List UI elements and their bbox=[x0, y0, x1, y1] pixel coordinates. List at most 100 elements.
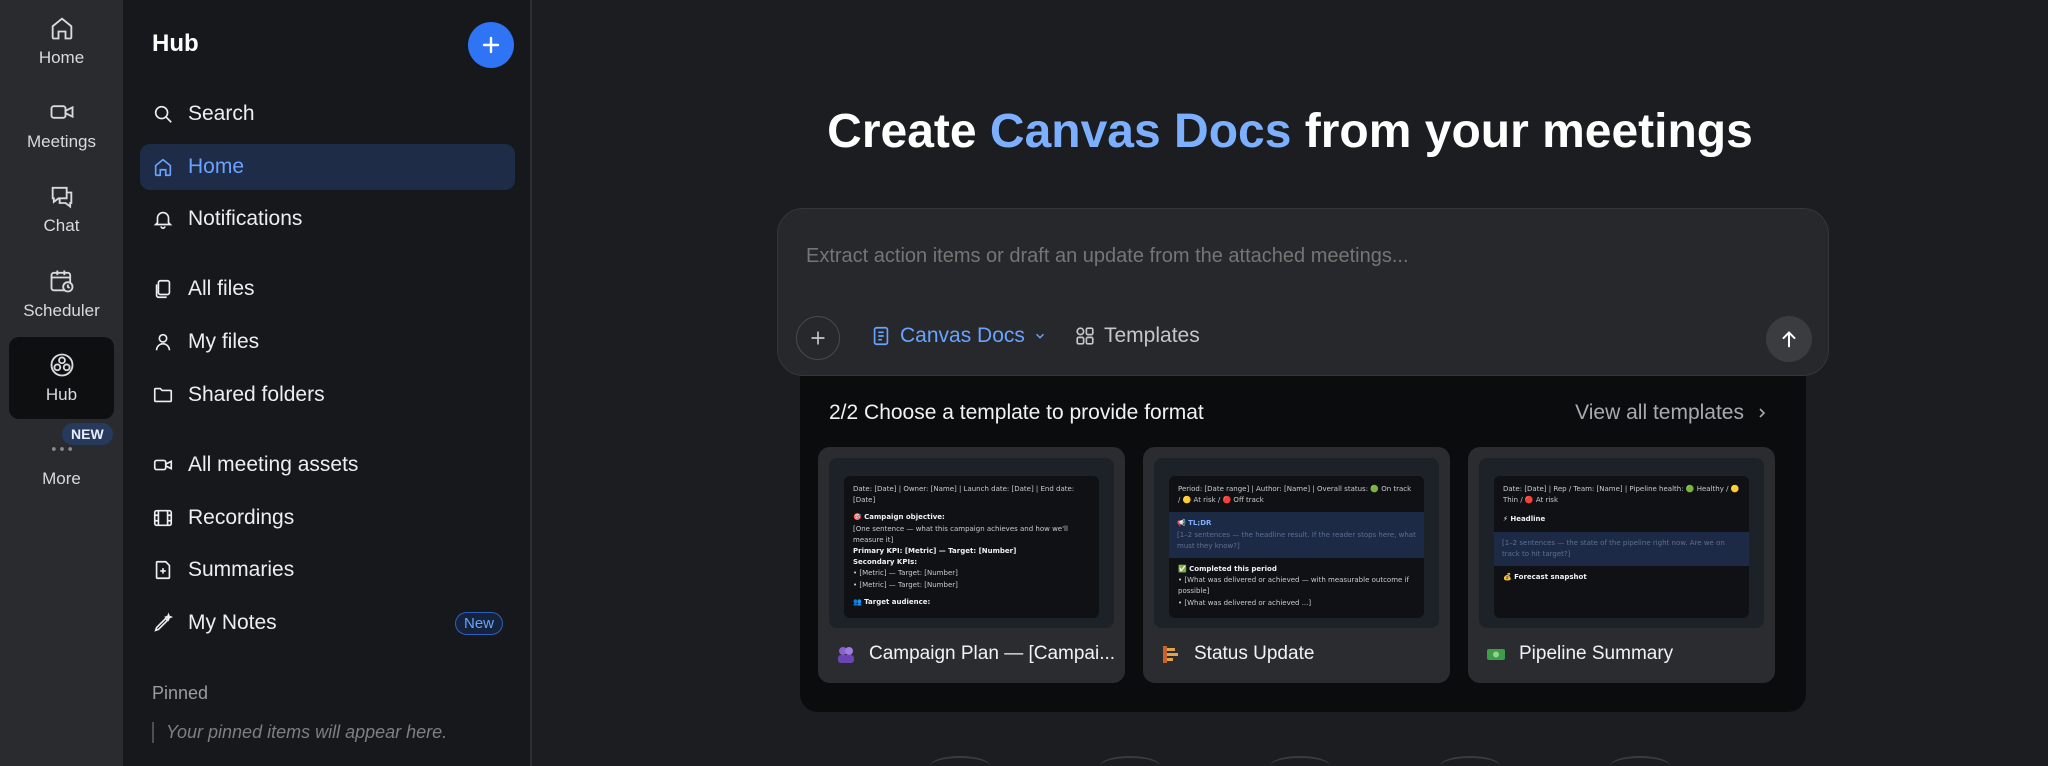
mode-selector[interactable]: Canvas Docs bbox=[870, 324, 1047, 348]
preview-highlight: 📢 TL;DR [1–2 sentences — the headline re… bbox=[1169, 512, 1424, 558]
rail-item-label: Home bbox=[38, 48, 85, 67]
new-badge: NEW bbox=[62, 423, 113, 445]
money-icon bbox=[1487, 649, 1505, 660]
preview-heading: 💰 Forecast snapshot bbox=[1503, 572, 1587, 581]
rail-item-label: Hub bbox=[45, 385, 78, 404]
rail-item-hub[interactable]: Hub bbox=[9, 337, 114, 419]
new-item-button[interactable] bbox=[468, 22, 514, 68]
nav-label: All meeting assets bbox=[188, 453, 359, 476]
template-card-campaign-plan[interactable]: Date: [Date] | Owner: [Name] | Launch da… bbox=[818, 447, 1125, 683]
calendar-clock-icon bbox=[50, 270, 73, 293]
template-card-title: Status Update bbox=[1194, 643, 1315, 664]
hub-nav-summaries[interactable]: Summaries bbox=[140, 547, 515, 593]
nav-label: My files bbox=[188, 330, 260, 353]
preview-meta: Period: [Date range] | Author: [Name] | … bbox=[1178, 485, 1412, 505]
preview-list-item: • [What was delivered or achieved ...] bbox=[1178, 598, 1312, 607]
hub-title: Hub bbox=[152, 30, 199, 57]
view-all-templates-link[interactable]: View all templates bbox=[1575, 401, 1770, 425]
home-icon bbox=[154, 158, 172, 177]
carousel-dot[interactable] bbox=[1270, 756, 1330, 766]
hub-icon bbox=[50, 353, 73, 377]
nav-label: Search bbox=[188, 102, 255, 125]
view-all-label: View all templates bbox=[1575, 401, 1744, 424]
summary-icon bbox=[155, 560, 171, 580]
hub-panel: Hub Search Home Notifications All files … bbox=[123, 0, 532, 766]
hub-nav-search[interactable]: Search bbox=[140, 91, 515, 137]
audience-icon bbox=[838, 647, 854, 663]
preview-highlight-body: [1–2 sentences — the state of the pipeli… bbox=[1502, 538, 1725, 558]
headline-pre: Create bbox=[827, 105, 990, 158]
hub-nav-shared-folders[interactable]: Shared folders bbox=[140, 372, 515, 418]
search-icon bbox=[154, 105, 172, 123]
rail-item-scheduler[interactable]: Scheduler bbox=[9, 253, 114, 335]
video-icon bbox=[153, 459, 173, 471]
preview-heading: ✅ Completed this period bbox=[1178, 564, 1277, 573]
nav-label: All files bbox=[188, 277, 255, 300]
nav-label: Notifications bbox=[188, 207, 303, 230]
preview-list-item: • [Metric] — Target: [Number] bbox=[853, 580, 958, 589]
carousel-dot[interactable] bbox=[1440, 756, 1500, 766]
template-card-status-update[interactable]: Period: [Date range] | Author: [Name] | … bbox=[1143, 447, 1450, 683]
preview-highlight: [1–2 sentences — the state of the pipeli… bbox=[1494, 531, 1749, 566]
preview-list-item: • [Metric] — Target: [Number] bbox=[853, 569, 958, 578]
preview-text: [One sentence — what this campaign achie… bbox=[853, 524, 1068, 544]
preview-list-text: [Metric] — Target: [Number] bbox=[859, 569, 958, 578]
chat-icon bbox=[51, 186, 72, 209]
pinned-empty-text: Your pinned items will appear here. bbox=[152, 722, 447, 743]
preview-list-text: [Metric] — Target: [Number] bbox=[859, 580, 958, 589]
mode-label: Canvas Docs bbox=[900, 324, 1025, 347]
preview-heading: 👥 Target audience: bbox=[853, 597, 931, 606]
app-rail: Home Meetings Chat Scheduler Hub More NE… bbox=[0, 0, 123, 766]
preview-highlight-body: [1–2 sentences — the headline result. If… bbox=[1177, 530, 1416, 550]
template-preview: Date: [Date] | Rep / Team: [Name] | Pipe… bbox=[1479, 458, 1764, 628]
hub-nav-all-meeting-assets[interactable]: All meeting assets bbox=[140, 442, 515, 488]
carousel-dot[interactable] bbox=[1100, 756, 1160, 766]
nav-label: Recordings bbox=[188, 506, 295, 529]
folder-icon bbox=[153, 387, 173, 403]
template-card-pipeline-summary[interactable]: Date: [Date] | Rep / Team: [Name] | Pipe… bbox=[1468, 447, 1775, 683]
template-picker: 2/2 Choose a template to provide format … bbox=[800, 376, 1806, 712]
template-card-title: Campaign Plan — [Campai... bbox=[869, 643, 1116, 664]
rail-item-label: Scheduler bbox=[23, 301, 100, 320]
rail-item-meetings[interactable]: Meetings bbox=[9, 84, 114, 166]
home-icon bbox=[51, 17, 72, 40]
headline-post: from your meetings bbox=[1291, 105, 1753, 158]
bell-icon bbox=[153, 211, 173, 229]
document-icon bbox=[873, 326, 889, 346]
attach-button[interactable] bbox=[796, 316, 840, 360]
preview-text: Primary KPI: [Metric] — Target: [Number] bbox=[853, 546, 1017, 555]
new-badge: New bbox=[454, 611, 503, 635]
template-preview: Period: [Date range] | Author: [Name] | … bbox=[1154, 458, 1439, 628]
hub-nav-notifications[interactable]: Notifications bbox=[140, 196, 515, 242]
templates-icon bbox=[1076, 327, 1094, 345]
rail-item-chat[interactable]: Chat bbox=[9, 168, 114, 250]
send-button[interactable] bbox=[1766, 316, 1812, 362]
carousel-dot[interactable] bbox=[1610, 756, 1670, 766]
prompt-input[interactable] bbox=[806, 245, 1786, 268]
template-preview-doc: Date: [Date] | Rep / Team: [Name] | Pipe… bbox=[1494, 476, 1749, 618]
template-card-title: Pipeline Summary bbox=[1519, 643, 1674, 664]
rail-item-label: Chat bbox=[43, 216, 80, 235]
nav-label: Summaries bbox=[188, 558, 295, 581]
preview-list-text: [What was delivered or achieved ...] bbox=[1184, 598, 1312, 607]
hub-nav-my-notes[interactable]: My Notes New bbox=[140, 600, 515, 646]
film-icon bbox=[153, 509, 173, 527]
templates-button[interactable]: Templates bbox=[1074, 324, 1200, 348]
hub-nav-recordings[interactable]: Recordings bbox=[140, 495, 515, 541]
chevron-down-icon bbox=[1035, 333, 1044, 339]
preview-heading: 🎯 Campaign objective: bbox=[853, 513, 945, 522]
hub-nav-my-files[interactable]: My files bbox=[140, 319, 515, 365]
template-card-title-row: Pipeline Summary bbox=[1485, 643, 1673, 665]
rail-item-label: More bbox=[42, 469, 81, 488]
nav-label: Shared folders bbox=[188, 383, 325, 406]
rail-item-label: Meetings bbox=[27, 132, 96, 151]
hub-nav-all-files[interactable]: All files bbox=[140, 266, 515, 312]
rail-item-home[interactable]: Home bbox=[9, 0, 114, 82]
carousel-dot[interactable] bbox=[930, 756, 990, 766]
preview-heading: ⚡ Headline bbox=[1503, 515, 1546, 524]
preview-list-text: [What was delivered or achieved — with m… bbox=[1178, 576, 1409, 596]
hub-nav-home[interactable]: Home bbox=[140, 144, 515, 190]
status-chart-icon bbox=[1163, 646, 1178, 663]
nav-label: Home bbox=[188, 155, 245, 178]
preview-meta: Date: [Date] | Rep / Team: [Name] | Pipe… bbox=[1503, 485, 1740, 505]
